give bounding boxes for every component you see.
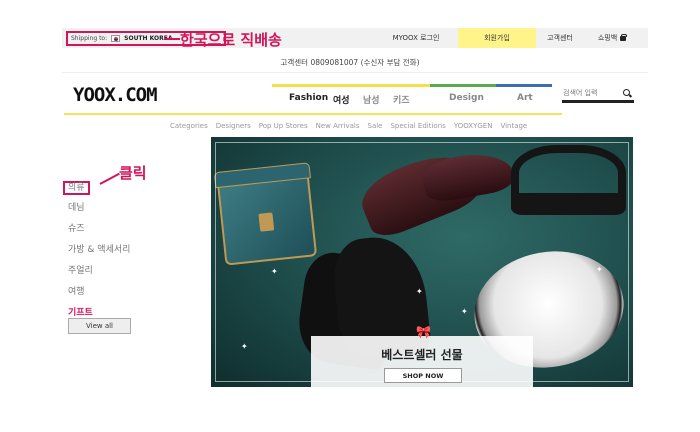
shop-now-button[interactable]: SHOP NOW (384, 368, 462, 383)
subnav-special-editions[interactable]: Special Editions (390, 122, 445, 130)
shopping-bag-label: 쇼핑백 (597, 34, 618, 42)
hero-title: 베스트셀러 선물 (381, 348, 463, 362)
hero-banner[interactable]: ✦ ✦ ✦ ✦ ✦ 🎀 베스트셀러 선물 SHOP NOW (211, 137, 633, 387)
sub-navigation: Categories Designers Pop Up Stores New A… (170, 122, 527, 130)
nav-color-bar-art (496, 84, 552, 87)
sidebar-item-shoes[interactable]: 슈즈 (68, 223, 130, 244)
site-logo[interactable]: YOOX.COM (73, 84, 158, 106)
divider (62, 72, 648, 73)
nav-men[interactable]: 남성 (363, 93, 380, 106)
nav-fashion[interactable]: Fashion (289, 93, 328, 103)
header-underline (64, 113, 562, 115)
hero-promo-box: 🎀 베스트셀러 선물 SHOP NOW (311, 326, 533, 387)
subnav-vintage[interactable]: Vintage (500, 122, 527, 130)
subnav-yooxygen[interactable]: YOOXYGEN (454, 122, 493, 130)
shopping-bag-link[interactable]: 쇼핑백 (588, 28, 636, 48)
shopping-bag-icon (620, 33, 628, 41)
search-box[interactable]: 검색어 입력 (562, 85, 634, 103)
nav-design[interactable]: Design (449, 93, 484, 103)
subnav-sale[interactable]: Sale (368, 122, 383, 130)
category-sidebar: 의류 데님 슈즈 가방 & 액세서리 주얼리 여행 기프트 (63, 175, 130, 328)
shipping-label: Shipping to: (71, 35, 108, 42)
sidebar-item-clothing[interactable]: 의류 (63, 181, 90, 195)
search-input[interactable]: 검색어 입력 (562, 88, 597, 98)
gift-bow-icon: 🎀 (416, 325, 431, 339)
annotation-direct-shipping: 한국으로 직배송 (180, 31, 282, 49)
customer-center-link[interactable]: 고객센터 (540, 28, 580, 48)
sidebar-item-denim[interactable]: 데님 (68, 202, 130, 223)
subnav-designers[interactable]: Designers (216, 122, 251, 130)
nav-women[interactable]: 여성 (333, 93, 350, 106)
subnav-pop-up-stores[interactable]: Pop Up Stores (259, 122, 308, 130)
korea-flag-icon (111, 35, 121, 42)
subnav-categories[interactable]: Categories (170, 122, 208, 130)
sidebar-item-bags-accessories[interactable]: 가방 & 액세서리 (68, 244, 130, 265)
sidebar-item-travel[interactable]: 여행 (68, 286, 130, 307)
sidebar-item-jewelry[interactable]: 주얼리 (68, 265, 130, 286)
nav-kids[interactable]: 키즈 (393, 93, 410, 106)
customer-phone-line: 고객센터 0809081007 (수신자 부담 전화) (280, 58, 420, 67)
nav-color-bar-design (430, 84, 496, 87)
nav-color-bar-fashion (272, 84, 430, 87)
top-utility-bar: Shipping to: SOUTH KOREA MYOOX 로그인 회원가입 … (62, 28, 648, 48)
login-link[interactable]: MYOOX 로그인 (388, 28, 444, 48)
subnav-new-arrivals[interactable]: New Arrivals (316, 122, 360, 130)
annotation-arrow (164, 38, 180, 40)
view-all-button[interactable]: View all (68, 318, 131, 334)
nav-art[interactable]: Art (517, 93, 533, 103)
search-icon[interactable] (623, 88, 631, 97)
join-link[interactable]: 회원가입 (458, 28, 536, 48)
